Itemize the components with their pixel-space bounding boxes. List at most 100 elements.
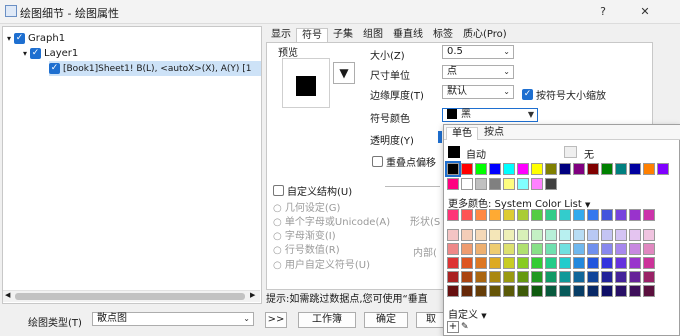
symbol-gallery-button[interactable]: ▼ <box>333 62 355 84</box>
tint-color-swatch[interactable] <box>587 271 599 283</box>
tint-color-swatch[interactable] <box>475 257 487 269</box>
basic-color-swatch[interactable] <box>587 163 599 175</box>
system-color-swatch[interactable] <box>545 209 557 221</box>
tab-centroid[interactable]: 质心(Pro) <box>458 28 512 42</box>
tint-color-swatch[interactable] <box>503 229 515 241</box>
tint-color-swatch[interactable] <box>629 229 641 241</box>
tint-color-swatch[interactable] <box>461 229 473 241</box>
tint-color-swatch[interactable] <box>545 285 557 297</box>
system-color-swatch[interactable] <box>629 209 641 221</box>
none-color-swatch[interactable] <box>564 146 577 158</box>
basic-color-swatch[interactable] <box>461 178 473 190</box>
eyedropper-icon[interactable]: ✎ <box>461 321 473 333</box>
tint-color-swatch[interactable] <box>559 257 571 269</box>
system-color-swatch[interactable] <box>643 209 655 221</box>
tree-node-graph[interactable]: ▾ ✓ Graph1 <box>7 31 65 46</box>
tint-color-swatch[interactable] <box>531 257 543 269</box>
basic-color-swatch[interactable] <box>573 163 585 175</box>
basic-color-swatch[interactable] <box>445 161 461 177</box>
scale-with-size-checkbox[interactable]: ✓ 按符号大小缩放 <box>522 87 606 102</box>
radio-row-number[interactable]: ○ 行号数值(R) <box>273 241 340 256</box>
tint-color-swatch[interactable] <box>475 243 487 255</box>
tab-group[interactable]: 组图 <box>358 28 388 42</box>
cancel-button[interactable]: 取 <box>416 312 446 328</box>
tree-horizontal-scrollbar[interactable]: ◀ ▶ <box>3 290 260 302</box>
graph-checkbox[interactable]: ✓ <box>14 33 26 44</box>
system-color-swatch[interactable] <box>517 209 529 221</box>
tint-color-swatch[interactable] <box>461 243 473 255</box>
tint-color-swatch[interactable] <box>545 229 557 241</box>
system-color-swatch[interactable] <box>601 209 613 221</box>
layer-checkbox[interactable]: ✓ <box>30 48 42 59</box>
tint-color-swatch[interactable] <box>545 271 557 283</box>
overlap-offset-checkbox[interactable]: 重叠点偏移 <box>372 154 436 169</box>
tint-color-swatch[interactable] <box>489 229 501 241</box>
collapse-icon[interactable]: ▾ <box>7 34 11 43</box>
radio-char[interactable]: ○ 单个字母或Unicode(A) <box>273 213 390 228</box>
tint-color-swatch[interactable] <box>601 243 613 255</box>
size-combo[interactable]: 0.5 ⌄ <box>442 45 514 59</box>
tint-color-swatch[interactable] <box>587 229 599 241</box>
tint-color-swatch[interactable] <box>559 271 571 283</box>
tint-color-swatch[interactable] <box>531 243 543 255</box>
system-color-swatch[interactable] <box>475 209 487 221</box>
tint-color-swatch[interactable] <box>517 243 529 255</box>
tint-color-swatch[interactable] <box>643 257 655 269</box>
tree-node-layer[interactable]: ▾ ✓ Layer1 <box>23 46 78 61</box>
basic-color-swatch[interactable] <box>629 163 641 175</box>
tint-color-swatch[interactable] <box>503 243 515 255</box>
tint-color-swatch[interactable] <box>643 229 655 241</box>
tint-color-swatch[interactable] <box>447 257 459 269</box>
tint-color-swatch[interactable] <box>489 285 501 297</box>
tint-color-swatch[interactable] <box>615 285 627 297</box>
custom-colors-label[interactable]: 自定义 ▼ <box>448 306 487 321</box>
tint-color-swatch[interactable] <box>643 271 655 283</box>
basic-color-swatch[interactable] <box>503 163 515 175</box>
tint-color-swatch[interactable] <box>615 257 627 269</box>
tab-drop-lines[interactable]: 垂直线 <box>388 28 428 42</box>
tint-color-swatch[interactable] <box>503 271 515 283</box>
tint-color-swatch[interactable] <box>545 243 557 255</box>
more-colors-label[interactable]: 更多颜色: System Color List ▼ <box>448 195 590 210</box>
tint-color-swatch[interactable] <box>489 257 501 269</box>
auto-color-swatch[interactable] <box>448 146 460 158</box>
tint-color-swatch[interactable] <box>475 271 487 283</box>
basic-color-swatch[interactable] <box>601 163 613 175</box>
tint-color-swatch[interactable] <box>447 229 459 241</box>
tint-color-swatch[interactable] <box>503 285 515 297</box>
tint-color-swatch[interactable] <box>559 229 571 241</box>
tint-color-swatch[interactable] <box>573 285 585 297</box>
basic-color-swatch[interactable] <box>517 178 529 190</box>
tint-color-swatch[interactable] <box>517 271 529 283</box>
basic-color-swatch[interactable] <box>489 178 501 190</box>
tint-color-swatch[interactable] <box>629 285 641 297</box>
tab-label[interactable]: 标签 <box>428 28 458 42</box>
tint-color-swatch[interactable] <box>601 257 613 269</box>
edge-thickness-combo[interactable]: 默认 ⌄ <box>442 85 514 99</box>
tint-color-swatch[interactable] <box>489 271 501 283</box>
basic-color-swatch[interactable] <box>517 163 529 175</box>
radio-geometry[interactable]: ○ 几何设定(G) <box>273 199 340 214</box>
close-icon[interactable]: ✕ <box>634 3 656 21</box>
system-color-swatch[interactable] <box>531 209 543 221</box>
tab-symbol[interactable]: 符号 <box>296 28 328 42</box>
radio-user-defined[interactable]: ○ 用户自定义符号(U) <box>273 256 370 271</box>
tint-color-swatch[interactable] <box>545 257 557 269</box>
tint-color-swatch[interactable] <box>517 229 529 241</box>
tint-color-swatch[interactable] <box>601 271 613 283</box>
tint-color-swatch[interactable] <box>601 229 613 241</box>
basic-color-swatch[interactable] <box>475 163 487 175</box>
tint-color-swatch[interactable] <box>489 243 501 255</box>
basic-color-swatch[interactable] <box>531 163 543 175</box>
system-color-swatch[interactable] <box>559 209 571 221</box>
tint-color-swatch[interactable] <box>447 285 459 297</box>
tint-color-swatch[interactable] <box>461 271 473 283</box>
tint-color-swatch[interactable] <box>503 257 515 269</box>
tint-color-swatch[interactable] <box>629 243 641 255</box>
tint-color-swatch[interactable] <box>615 229 627 241</box>
unit-combo[interactable]: 点 ⌄ <box>442 65 514 79</box>
tint-color-swatch[interactable] <box>531 271 543 283</box>
tint-color-swatch[interactable] <box>573 271 585 283</box>
transparency-slider-thumb[interactable] <box>438 131 442 143</box>
tint-color-swatch[interactable] <box>447 243 459 255</box>
